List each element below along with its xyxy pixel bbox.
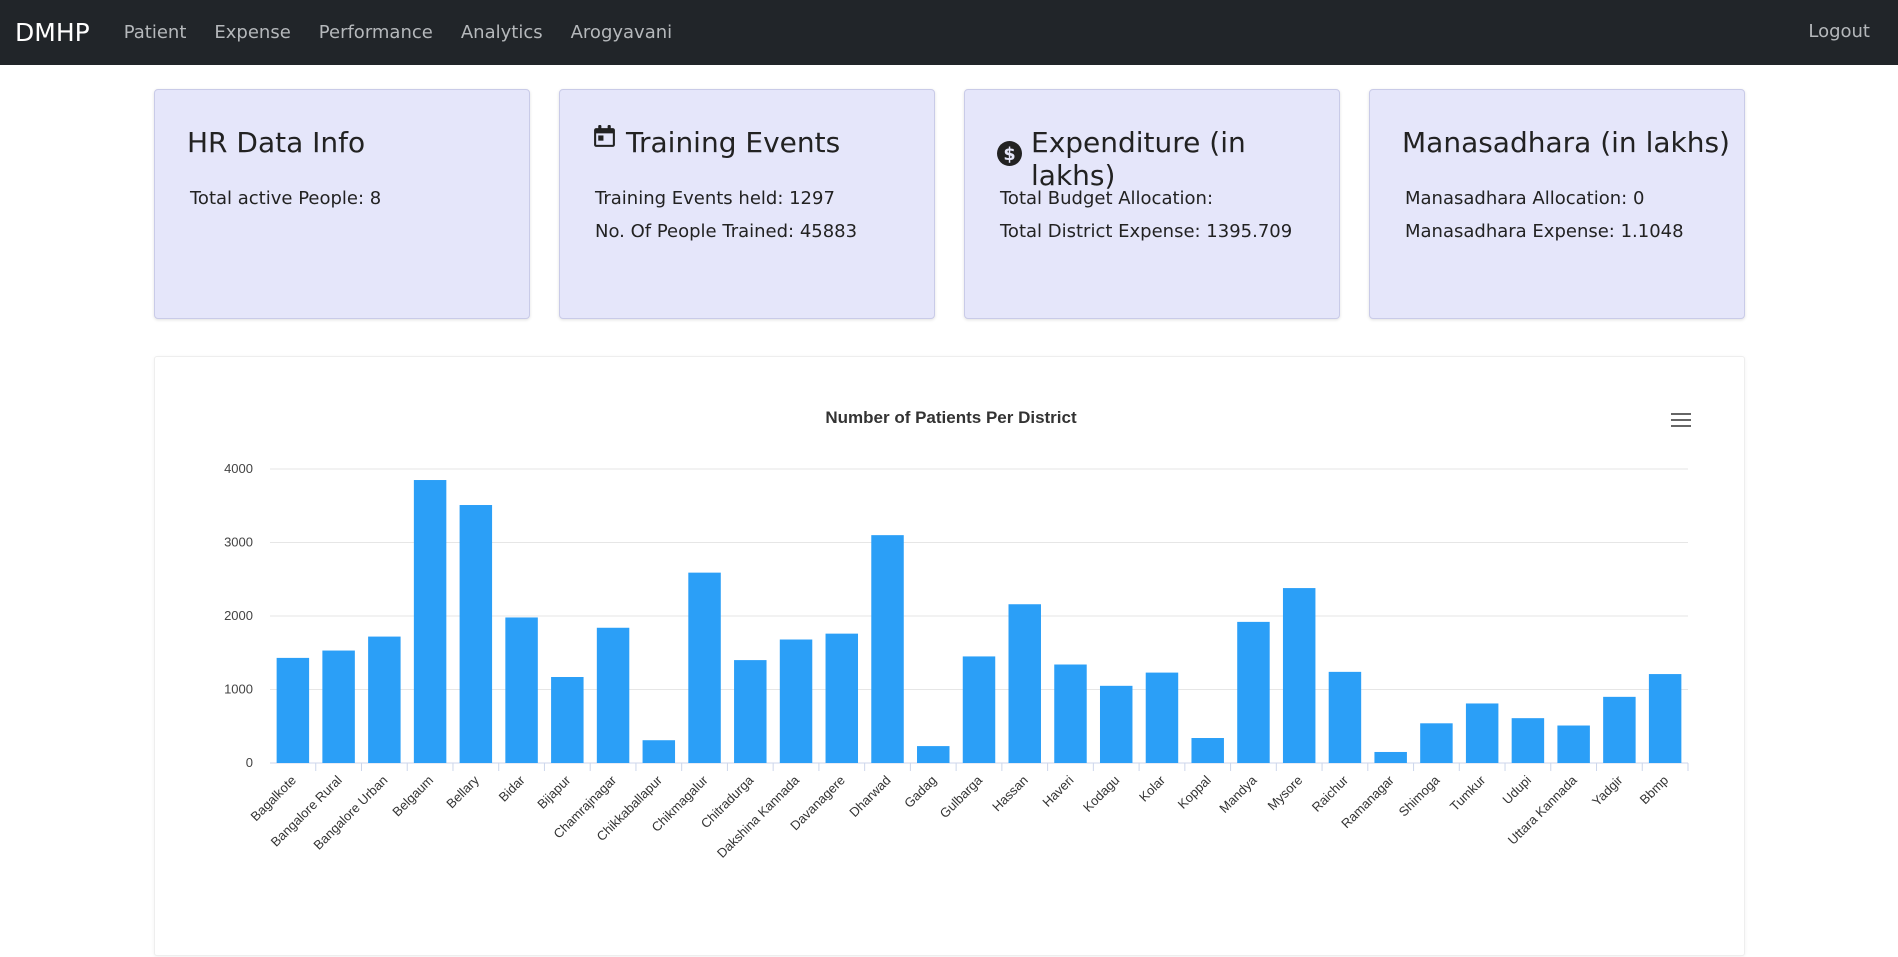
card-title-text: Expenditure (in lakhs) (1031, 126, 1246, 192)
bar[interactable] (1145, 672, 1179, 763)
x-tick-label: Dakshina Kannada (714, 772, 803, 861)
bar[interactable] (1191, 738, 1224, 763)
navbar: DMHP Patient Expense Performance Analyti… (0, 0, 1898, 65)
card-title: $ Expenditure (in lakhs) (997, 126, 1339, 192)
bar[interactable] (825, 633, 859, 763)
bar[interactable] (1648, 674, 1682, 763)
bar[interactable] (368, 636, 401, 763)
nav-patient[interactable]: Patient (124, 22, 187, 43)
brand-logo[interactable]: DMHP (15, 18, 90, 47)
bar[interactable] (642, 740, 676, 763)
x-tick-label: Raichur (1309, 772, 1352, 815)
x-tick-label: Koppal (1175, 772, 1214, 811)
bar[interactable] (276, 657, 310, 763)
bar[interactable] (1008, 604, 1041, 763)
bar[interactable] (1511, 718, 1545, 763)
card-line: Total active People: 8 (190, 188, 382, 209)
expenditure-card: $ Expenditure (in lakhs) Total Budget Al… (964, 89, 1340, 319)
y-tick-label: 2000 (224, 608, 253, 623)
y-tick-label: 3000 (224, 535, 253, 550)
x-tick-label: Haveri (1039, 772, 1076, 809)
x-tick-label: Kolar (1136, 772, 1169, 805)
x-tick-label: Gadag (901, 773, 939, 811)
bar[interactable] (505, 617, 538, 763)
card-title: Manasadhara (in lakhs) (1402, 126, 1730, 159)
bar[interactable] (551, 677, 584, 763)
card-line: No. Of People Trained: 45883 (595, 221, 858, 242)
card-title: Training Events (592, 125, 841, 159)
x-tick-label: Bijapur (534, 772, 574, 812)
x-tick-label: Bellary (443, 772, 482, 811)
x-tick-label: Gulbarga (937, 772, 986, 821)
x-tick-label: Udupi (1499, 772, 1534, 807)
bar[interactable] (1054, 664, 1087, 763)
bar[interactable] (917, 746, 950, 763)
bar[interactable] (322, 650, 355, 763)
bar[interactable] (1099, 685, 1133, 763)
x-tick-label: Bidar (496, 772, 529, 805)
x-tick-label: Yadgir (1589, 772, 1626, 809)
y-tick-label: 0 (246, 755, 253, 770)
x-tick-label: Mandya (1216, 772, 1260, 816)
nav-performance[interactable]: Performance (319, 22, 433, 43)
svg-text:$: $ (1003, 144, 1015, 164)
dollar-icon: $ (997, 140, 1022, 166)
card-line: Training Events held: 1297 (595, 188, 835, 209)
bar[interactable] (1557, 725, 1590, 763)
chart-title: Number of Patients Per District (825, 408, 1077, 427)
card-line: Manasadhara Expense: 1.1048 (1405, 221, 1684, 242)
card-title: HR Data Info (187, 126, 365, 159)
card-title-text: Manasadhara (in lakhs) (1402, 126, 1730, 159)
manasadhara-card: Manasadhara (in lakhs) Manasadhara Alloc… (1369, 89, 1745, 319)
bar[interactable] (459, 505, 493, 763)
bar[interactable] (1603, 696, 1636, 763)
bar[interactable] (1374, 751, 1407, 763)
bar[interactable] (1282, 588, 1316, 763)
bar[interactable] (1420, 723, 1453, 763)
card-line: Total Budget Allocation: (1000, 188, 1214, 209)
x-tick-label: Hassan (989, 773, 1031, 815)
x-tick-label: Belgaum (389, 773, 436, 820)
x-tick-label: Mysore (1265, 773, 1306, 814)
card-title-text: HR Data Info (187, 126, 366, 159)
x-tick-label: Tumkur (1447, 772, 1489, 814)
bar[interactable] (1465, 703, 1499, 763)
x-tick-label: Shimoga (1396, 772, 1443, 819)
bar[interactable] (1237, 621, 1270, 763)
patients-bar-chart: Number of Patients Per District 0 1000 200… (224, 408, 1695, 861)
nav-analytics[interactable]: Analytics (461, 22, 543, 43)
bar[interactable] (871, 535, 904, 763)
y-tick-label: 4000 (224, 461, 253, 476)
card-line: Manasadhara Allocation: 0 (1405, 188, 1645, 209)
bar[interactable] (1328, 671, 1362, 763)
logout-link[interactable]: Logout (1808, 21, 1870, 42)
bar[interactable] (962, 656, 996, 763)
nav-expense[interactable]: Expense (214, 22, 290, 43)
x-tick-label: Kodagu (1080, 773, 1122, 815)
calendar-icon (594, 125, 615, 147)
hamburger-menu-icon[interactable] (1667, 409, 1695, 433)
x-tick-label: Dharwad (846, 773, 893, 820)
nav-arogyavani[interactable]: Arogyavani (571, 22, 673, 43)
training-events-card: Training Events Training Events held: 12… (559, 89, 935, 319)
bar[interactable] (688, 572, 721, 763)
x-tick-label: Bbmp (1637, 773, 1672, 808)
y-tick-label: 1000 (224, 682, 253, 697)
bar[interactable] (596, 627, 630, 763)
hr-data-card: HR Data Info Total active People: 8 (154, 89, 530, 319)
chart-panel: Number of Patients Per District 0 1000 200… (154, 356, 1745, 956)
card-line: Total District Expense: 1395.709 (1000, 221, 1293, 242)
bar[interactable] (779, 639, 813, 763)
card-title-text: Training Events (626, 126, 841, 159)
bar[interactable] (734, 660, 767, 763)
bar[interactable] (413, 480, 447, 763)
